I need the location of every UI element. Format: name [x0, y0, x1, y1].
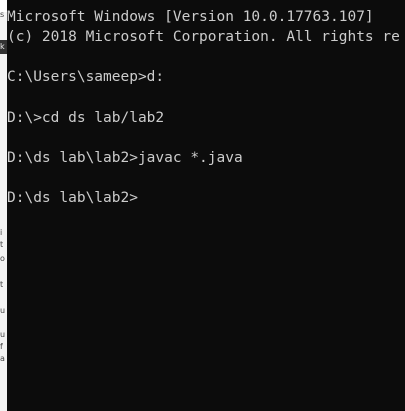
background-text-fragment: t	[0, 280, 4, 289]
background-text-fragment: f	[0, 342, 3, 351]
background-text-fragment: t	[0, 240, 4, 249]
background-text-fragment: u	[0, 306, 6, 315]
console-line: D:\ds lab\lab2>javac *.java	[7, 150, 243, 166]
background-text-fragment: s	[0, 10, 5, 19]
console-prompt-line: D:\ds lab\lab2>	[7, 190, 138, 206]
background-text-fragment: o	[0, 254, 5, 263]
console-line: D:\>cd ds lab/lab2	[7, 110, 165, 126]
background-text-fragment: k	[0, 42, 5, 51]
background-text-fragment: u	[0, 330, 6, 339]
background-text-fragment: a	[0, 354, 5, 363]
console-line: (c) 2018 Microsoft Corporation. All righ…	[7, 29, 400, 45]
console-line: Microsoft Windows [Version 10.0.17763.10…	[7, 9, 374, 25]
background-text-fragment: i	[0, 228, 3, 237]
console-line: C:\Users\sameep>d:	[7, 69, 165, 85]
background-window-edge: s k i t o t u u f a	[0, 0, 7, 411]
command-prompt-console[interactable]: Microsoft Windows [Version 10.0.17763.10…	[7, 0, 405, 411]
screen: s k i t o t u u f a Microsoft Windows [V…	[0, 0, 405, 411]
